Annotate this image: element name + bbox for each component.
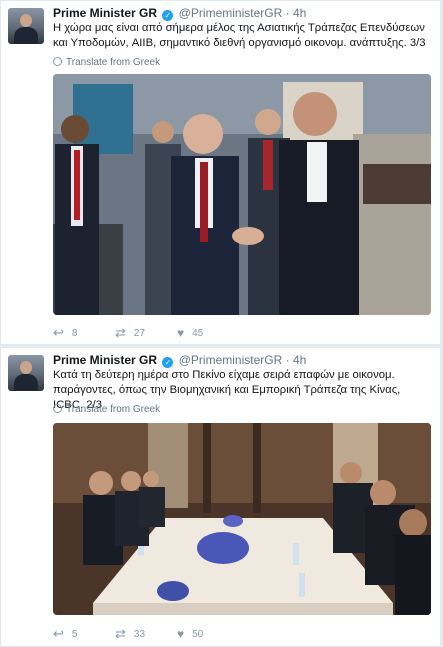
- retweet-button[interactable]: ⇄ 27: [115, 325, 177, 341]
- verified-badge-icon: ✓: [162, 10, 174, 21]
- tweet-timestamp[interactable]: 4h: [293, 353, 306, 367]
- retweet-icon: ⇄: [115, 325, 126, 340]
- tweet-header: Prime Minister GR ✓ @PrimeministerGR · 4…: [53, 353, 432, 368]
- reply-icon: ↩: [53, 626, 64, 641]
- retweet-button[interactable]: ⇄ 33: [115, 626, 177, 642]
- author-name[interactable]: Prime Minister GR: [53, 353, 157, 367]
- avatar-body: [14, 27, 38, 44]
- separator-dot: ·: [285, 353, 290, 367]
- translate-label: Translate from Greek: [66, 57, 161, 68]
- tweet-card[interactable]: Prime Minister GR ✓ @PrimeministerGR · 4…: [0, 0, 441, 345]
- like-button[interactable]: ♥ 50: [177, 627, 239, 641]
- reply-count: 5: [71, 628, 78, 640]
- reply-count: 8: [71, 327, 78, 339]
- heart-icon: ♥: [177, 627, 185, 641]
- meeting-photo: [53, 423, 431, 615]
- tweet-photo[interactable]: [53, 74, 431, 315]
- reply-button[interactable]: ↩ 5: [53, 626, 115, 642]
- author-handle[interactable]: @PrimeministerGR: [179, 353, 283, 367]
- tweet-actions: ↩ 8 ⇄ 27 ♥ 45: [53, 325, 239, 341]
- avatar-head: [20, 14, 32, 27]
- like-button[interactable]: ♥ 45: [177, 326, 239, 340]
- globe-icon: [53, 57, 62, 66]
- retweet-count: 27: [133, 327, 146, 339]
- translate-link[interactable]: Translate from Greek: [53, 57, 160, 68]
- verified-badge-icon: ✓: [162, 357, 174, 368]
- retweet-icon: ⇄: [115, 626, 126, 641]
- separator-dot: ·: [285, 6, 290, 20]
- avatar[interactable]: [8, 355, 44, 391]
- globe-icon: [53, 404, 62, 413]
- avatar-head: [20, 361, 32, 374]
- translate-label: Translate from Greek: [66, 404, 161, 415]
- reply-icon: ↩: [53, 325, 64, 340]
- tweet-card[interactable]: Prime Minister GR ✓ @PrimeministerGR · 4…: [0, 347, 441, 647]
- tweet-text: Η χώρα μας είναι από σήμερα μέλος της Ασ…: [53, 22, 426, 49]
- author-name[interactable]: Prime Minister GR: [53, 6, 157, 20]
- tweet-actions: ↩ 5 ⇄ 33 ♥ 50: [53, 626, 239, 642]
- author-handle[interactable]: @PrimeministerGR: [179, 6, 283, 20]
- retweet-count: 33: [133, 628, 146, 640]
- avatar[interactable]: [8, 8, 44, 44]
- tweet-timestamp[interactable]: 4h: [293, 6, 306, 20]
- tweet-header: Prime Minister GR ✓ @PrimeministerGR · 4…: [53, 6, 432, 21]
- like-count: 45: [192, 327, 204, 339]
- reply-button[interactable]: ↩ 8: [53, 325, 115, 341]
- tweet-photo[interactable]: [53, 423, 431, 615]
- avatar-body: [14, 374, 38, 391]
- translate-link[interactable]: Translate from Greek: [53, 404, 160, 415]
- timeline: Prime Minister GR ✓ @PrimeministerGR · 4…: [0, 0, 443, 647]
- heart-icon: ♥: [177, 326, 185, 340]
- like-count: 50: [192, 628, 204, 640]
- handshake-photo: [53, 74, 431, 315]
